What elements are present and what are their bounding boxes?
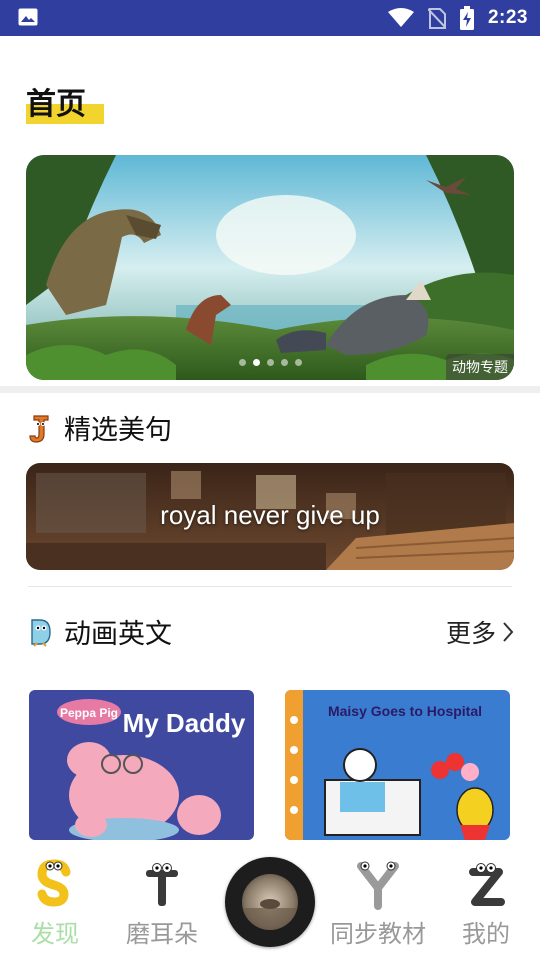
- banner-dot[interactable]: [238, 359, 246, 366]
- tab-discover[interactable]: 发现: [0, 850, 110, 960]
- page-title-text: 首页: [26, 87, 86, 122]
- featured-quotes-header: 精选美句: [28, 408, 172, 447]
- center-play-button[interactable]: [225, 857, 315, 947]
- tab-mine-label: 我的: [462, 920, 510, 948]
- book-card-my-daddy[interactable]: Peppa Pig My Daddy: [29, 690, 254, 840]
- album-art-image: [242, 874, 298, 930]
- book-cover-title: My Daddy: [123, 708, 246, 738]
- banner-image: [26, 155, 514, 380]
- more-label: 更多: [445, 619, 496, 648]
- album-art: [242, 874, 298, 930]
- banner-dot[interactable]: [266, 359, 274, 366]
- book-cover-maisy: Maisy Goes to Hospital: [285, 690, 510, 840]
- animation-english-title: 动画英文: [64, 619, 172, 650]
- tab-sync-textbook[interactable]: 同步教材: [323, 850, 433, 960]
- tab-sync-label: 同步教材: [330, 920, 426, 948]
- letter-z-icon: [469, 863, 505, 906]
- banner-dot[interactable]: [294, 359, 302, 366]
- banner-pagination: [26, 359, 514, 366]
- letter-d-icon: [31, 618, 51, 647]
- book-brand: Peppa Pig: [60, 706, 118, 720]
- tab-listen-label: 磨耳朵: [126, 920, 198, 948]
- section-divider: [28, 586, 512, 587]
- book-cover-title: Maisy Goes to Hospital: [328, 703, 482, 719]
- status-bar: 2:23: [0, 0, 540, 36]
- letter-j-icon: [29, 414, 49, 443]
- tab-discover-label: 发现: [31, 920, 79, 948]
- tab-listen[interactable]: 磨耳朵: [107, 850, 217, 960]
- book-card-maisy[interactable]: Maisy Goes to Hospital: [285, 690, 510, 840]
- tab-mine[interactable]: 我的: [431, 850, 540, 960]
- no-sim-icon: [427, 8, 446, 29]
- status-time: 2:23: [487, 7, 528, 28]
- letter-t-icon: [146, 863, 178, 906]
- page-title: 首页: [26, 84, 104, 126]
- wifi-icon: [387, 8, 414, 27]
- banner-tag: 动物专题: [446, 354, 514, 380]
- letter-y-icon: [357, 861, 399, 910]
- battery-charging-icon: [459, 6, 474, 30]
- dinosaur-banner[interactable]: 动物专题: [26, 155, 514, 380]
- quote-card[interactable]: royal never give up: [26, 463, 514, 570]
- image-notification-icon: [18, 8, 38, 26]
- banner-dot[interactable]: [280, 359, 288, 366]
- more-link[interactable]: 更多: [446, 614, 514, 650]
- quote-text: royal never give up: [160, 500, 380, 530]
- chevron-right-icon: [503, 622, 514, 642]
- featured-quotes-title: 精选美句: [64, 415, 172, 446]
- section-divider: [0, 386, 540, 393]
- letter-s-icon: [37, 859, 71, 907]
- animation-english-header: 动画英文: [28, 612, 172, 651]
- banner-dot-active[interactable]: [252, 359, 260, 366]
- book-cover-my-daddy: Peppa Pig My Daddy: [29, 690, 254, 840]
